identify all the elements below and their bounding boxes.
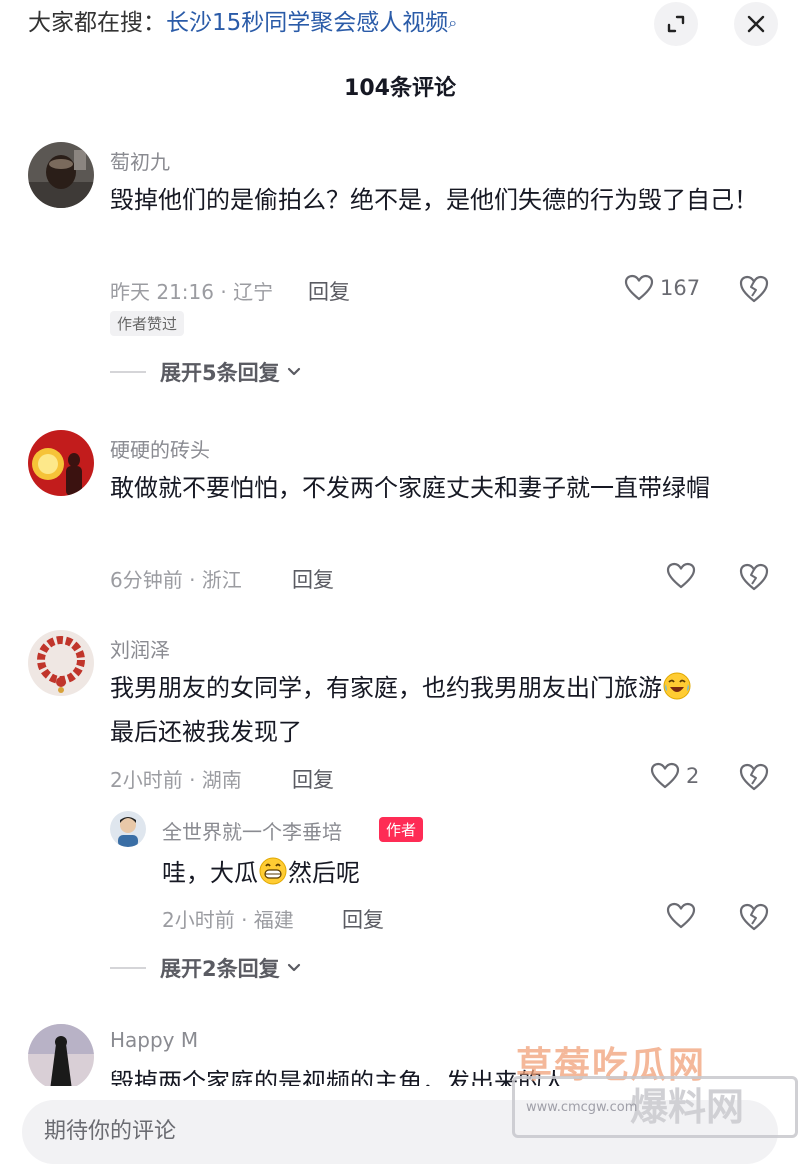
like-button[interactable]: 167 <box>624 274 700 302</box>
divider-line <box>110 371 146 373</box>
expand-icon <box>667 15 685 33</box>
top-bar: 大家都在搜：长沙15秒同学聚会感人视频⌕ <box>0 0 800 50</box>
dislike-button[interactable] <box>738 762 770 796</box>
grinning-emoji-icon <box>259 857 287 885</box>
expand-button[interactable] <box>654 2 698 46</box>
reply-meta: 2小时前 · 福建 <box>162 908 294 932</box>
expand-replies-label: 展开5条回复 <box>160 361 280 385</box>
comment-username[interactable]: 萄初九 <box>110 146 170 175</box>
author-tag: 作者 <box>379 817 424 842</box>
search-icon: ⌕ <box>448 13 458 32</box>
comment-meta: 6分钟前 · 浙江 <box>110 568 242 592</box>
avatar[interactable] <box>28 1024 94 1090</box>
like-count: 167 <box>660 276 701 300</box>
comment-content: 敢做就不要怕怕，不发两个家庭丈夫和妻子就一直带绿帽 <box>110 474 710 502</box>
laughing-crying-emoji-icon <box>663 672 691 700</box>
expand-replies-label: 展开2条回复 <box>160 957 280 981</box>
expand-replies-button[interactable]: 展开5条回复 <box>110 357 302 387</box>
reply-button[interactable]: 回复 <box>342 904 384 934</box>
reply-avatar[interactable] <box>110 811 146 847</box>
reply-content-part1: 哇，大瓜 <box>162 859 258 887</box>
comment-content-line2: 最后还被我发现了 <box>110 718 302 746</box>
watermark-url: www.cmcgw.com <box>526 1100 638 1115</box>
comment-username[interactable]: 刘润泽 <box>110 634 170 663</box>
like-button[interactable] <box>666 902 702 930</box>
heart-icon <box>666 902 696 929</box>
reply-username[interactable]: 全世界就一个李垂培 <box>162 816 342 845</box>
broken-heart-icon <box>739 903 769 931</box>
dislike-button[interactable] <box>738 274 770 308</box>
comment-content: 毁掉他们的是偷拍么？绝不是，是他们失德的行为毁了自己！ <box>110 186 758 214</box>
like-count: 2 <box>686 764 700 788</box>
comment-meta: 昨天 21:16 · 辽宁 <box>110 280 274 304</box>
broken-heart-icon <box>739 275 769 303</box>
reply-content: 哇，大瓜 然后呢 <box>162 851 360 895</box>
comment-username[interactable]: Happy M <box>110 1028 198 1052</box>
reply-content-part2: 然后呢 <box>288 859 360 887</box>
comment-content-line1: 我男朋友的女同学，有家庭，也约我男朋友出门旅游 <box>110 674 662 702</box>
reply-button[interactable]: 回复 <box>308 276 350 306</box>
search-suggestion[interactable]: 大家都在搜：长沙15秒同学聚会感人视频⌕ <box>28 6 457 40</box>
broken-heart-icon <box>739 563 769 591</box>
heart-icon <box>650 762 680 789</box>
dislike-button[interactable] <box>738 562 770 596</box>
search-suggestion-query[interactable]: 长沙15秒同学聚会感人视频 <box>166 10 448 36</box>
like-button[interactable]: 2 <box>650 762 699 790</box>
comment-username[interactable]: 硬硬的砖头 <box>110 434 210 463</box>
broken-heart-icon <box>739 763 769 791</box>
heart-icon <box>666 562 696 589</box>
chevron-down-icon <box>287 963 300 972</box>
close-icon <box>747 15 765 33</box>
comment-meta: 2小时前 · 湖南 <box>110 768 242 792</box>
reply-button[interactable]: 回复 <box>292 764 334 794</box>
divider-line <box>110 967 146 969</box>
comment-count-title: 104条评论 <box>344 76 456 101</box>
dislike-button[interactable] <box>738 902 770 936</box>
watermark: 草莓吃瓜网 爆料网 www.cmcgw.com <box>512 1036 800 1140</box>
close-button[interactable] <box>734 2 778 46</box>
expand-replies-button[interactable]: 展开2条回复 <box>110 953 302 983</box>
reply-button[interactable]: 回复 <box>292 564 334 594</box>
author-liked-badge: 作者赞过 <box>110 311 185 336</box>
like-button[interactable] <box>666 562 702 590</box>
search-suggestion-prefix: 大家都在搜： <box>28 10 166 36</box>
comment-content: 我男朋友的女同学，有家庭，也约我男朋友出门旅游 最后还被我发现了 <box>110 666 770 754</box>
heart-icon <box>624 274 654 301</box>
avatar[interactable] <box>28 430 94 496</box>
avatar[interactable] <box>28 142 94 208</box>
watermark-main-text: 爆料网 <box>630 1085 745 1129</box>
avatar[interactable] <box>28 630 94 696</box>
chevron-down-icon <box>287 367 300 376</box>
